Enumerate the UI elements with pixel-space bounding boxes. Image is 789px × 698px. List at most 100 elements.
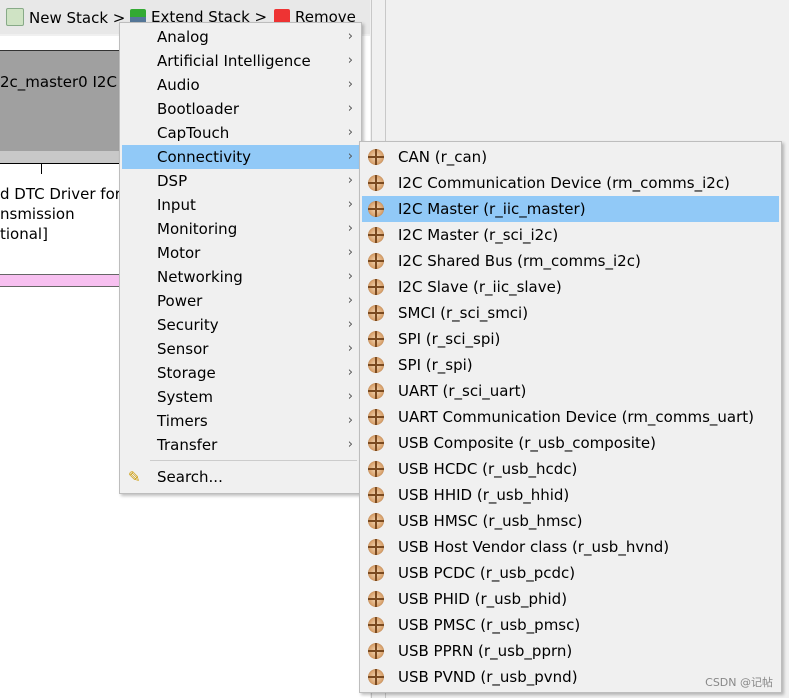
menu-item-label: Bootloader (157, 100, 239, 118)
component-icon (368, 513, 384, 529)
chevron-right-icon: › (347, 125, 353, 140)
submenu-item[interactable]: UART (r_sci_uart) (362, 378, 779, 404)
submenu-item-label: USB Composite (r_usb_composite) (398, 434, 656, 452)
menu-item-label: CapTouch (157, 124, 230, 142)
menu-item-analog[interactable]: Analog › (122, 25, 359, 49)
submenu-item[interactable]: USB HMSC (r_usb_hmsc) (362, 508, 779, 534)
new-stack-button[interactable]: New Stack > (6, 8, 125, 27)
new-stack-label: New Stack > (29, 9, 126, 27)
menu-item-artificial-intelligence[interactable]: Artificial Intelligence › (122, 49, 359, 73)
chevron-right-icon: › (347, 413, 353, 428)
submenu-item-label: USB Host Vendor class (r_usb_hvnd) (398, 538, 670, 556)
submenu-item-label: USB PMSC (r_usb_pmsc) (398, 616, 581, 634)
connector (41, 164, 42, 174)
component-icon (368, 591, 384, 607)
menu-item-label: System (157, 388, 213, 406)
chevron-right-icon: › (347, 293, 353, 308)
chevron-right-icon: › (347, 149, 353, 164)
submenu-item[interactable]: USB PPRN (r_usb_pprn) (362, 638, 779, 664)
menu-item-transfer[interactable]: Transfer › (122, 433, 359, 457)
submenu-item-label: USB PHID (r_usb_phid) (398, 590, 568, 608)
menu-item-connectivity[interactable]: Connectivity › (122, 145, 359, 169)
component-icon (368, 279, 384, 295)
chevron-right-icon: › (347, 29, 353, 44)
menu-item-search[interactable]: ✎ Search... (122, 465, 359, 489)
submenu-item[interactable]: I2C Slave (r_iic_slave) (362, 274, 779, 300)
submenu-item-label: UART Communication Device (rm_comms_uart… (398, 408, 754, 426)
component-icon (368, 461, 384, 477)
menu-item-timers[interactable]: Timers › (122, 409, 359, 433)
chevron-right-icon: › (347, 269, 353, 284)
menu-item-label: Connectivity (157, 148, 251, 166)
submenu-item[interactable]: USB PHID (r_usb_phid) (362, 586, 779, 612)
menu-item-label: Motor (157, 244, 201, 262)
component-icon (368, 539, 384, 555)
chevron-right-icon: › (347, 317, 353, 332)
submenu-item-label: USB HHID (r_usb_hhid) (398, 486, 570, 504)
menu-item-label: Search... (157, 468, 223, 486)
submenu-item-label: I2C Communication Device (rm_comms_i2c) (398, 174, 730, 192)
new-stack-icon (6, 8, 24, 26)
menu-item-label: Security (157, 316, 219, 334)
component-icon (368, 253, 384, 269)
menu-item-label: Monitoring (157, 220, 238, 238)
submenu-item-label: SPI (r_sci_spi) (398, 330, 501, 348)
module-block-title: 2c_master0 I2C M (0, 73, 135, 91)
component-icon (368, 487, 384, 503)
submenu-item[interactable]: SPI (r_sci_spi) (362, 326, 779, 352)
component-icon (368, 383, 384, 399)
submenu-item-label: USB HMSC (r_usb_hmsc) (398, 512, 583, 530)
chevron-right-icon: › (347, 245, 353, 260)
submenu-item-label: CAN (r_can) (398, 148, 488, 166)
component-icon (368, 201, 384, 217)
component-icon (368, 669, 384, 685)
menu-item-audio[interactable]: Audio › (122, 73, 359, 97)
menu-item-captouch[interactable]: CapTouch › (122, 121, 359, 145)
submenu-item[interactable]: I2C Master (r_sci_i2c) (362, 222, 779, 248)
driver-text: d DTC Driver for nsmission tional] (0, 184, 121, 244)
chevron-right-icon: › (347, 221, 353, 236)
menu-item-system[interactable]: System › (122, 385, 359, 409)
submenu-item[interactable]: CAN (r_can) (362, 144, 779, 170)
submenu-item[interactable]: USB PCDC (r_usb_pcdc) (362, 560, 779, 586)
menu-item-dsp[interactable]: DSP › (122, 169, 359, 193)
submenu-item[interactable]: USB PMSC (r_usb_pmsc) (362, 612, 779, 638)
menu-item-label: Timers (157, 412, 208, 430)
menu-item-label: Sensor (157, 340, 209, 358)
chevron-right-icon: › (347, 53, 353, 68)
submenu-item-label: I2C Master (r_sci_i2c) (398, 226, 559, 244)
menu-item-sensor[interactable]: Sensor › (122, 337, 359, 361)
component-icon (368, 565, 384, 581)
submenu-item[interactable]: UART Communication Device (rm_comms_uart… (362, 404, 779, 430)
driver-block[interactable]: d DTC Driver for nsmission tional] (0, 163, 130, 274)
submenu-item[interactable]: SMCI (r_sci_smci) (362, 300, 779, 326)
submenu-item[interactable]: USB HHID (r_usb_hhid) (362, 482, 779, 508)
submenu-item-label: USB PVND (r_usb_pvnd) (398, 668, 578, 686)
module-block[interactable]: 2c_master0 I2C M (0, 50, 135, 152)
menu-item-label: Networking (157, 268, 243, 286)
component-icon (368, 305, 384, 321)
component-icon (368, 643, 384, 659)
submenu-item[interactable]: I2C Master (r_iic_master) (362, 196, 779, 222)
submenu-item[interactable]: SPI (r_spi) (362, 352, 779, 378)
menu-item-bootloader[interactable]: Bootloader › (122, 97, 359, 121)
search-wand-icon: ✎ (128, 468, 141, 486)
submenu-item[interactable]: USB Host Vendor class (r_usb_hvnd) (362, 534, 779, 560)
chevron-right-icon: › (347, 197, 353, 212)
menu-item-monitoring[interactable]: Monitoring › (122, 217, 359, 241)
menu-item-power[interactable]: Power › (122, 289, 359, 313)
submenu-item[interactable]: I2C Communication Device (rm_comms_i2c) (362, 170, 779, 196)
submenu-item[interactable]: I2C Shared Bus (rm_comms_i2c) (362, 248, 779, 274)
menu-item-security[interactable]: Security › (122, 313, 359, 337)
submenu-item[interactable]: USB Composite (r_usb_composite) (362, 430, 779, 456)
menu-item-motor[interactable]: Motor › (122, 241, 359, 265)
driver-text-line: d DTC Driver for (0, 185, 121, 203)
menu-item-input[interactable]: Input › (122, 193, 359, 217)
menu-item-label: Input (157, 196, 196, 214)
component-icon (368, 227, 384, 243)
menu-item-label: Transfer (157, 436, 218, 454)
menu-item-storage[interactable]: Storage › (122, 361, 359, 385)
menu-item-networking[interactable]: Networking › (122, 265, 359, 289)
submenu-item[interactable]: USB HCDC (r_usb_hcdc) (362, 456, 779, 482)
chevron-right-icon: › (347, 437, 353, 452)
